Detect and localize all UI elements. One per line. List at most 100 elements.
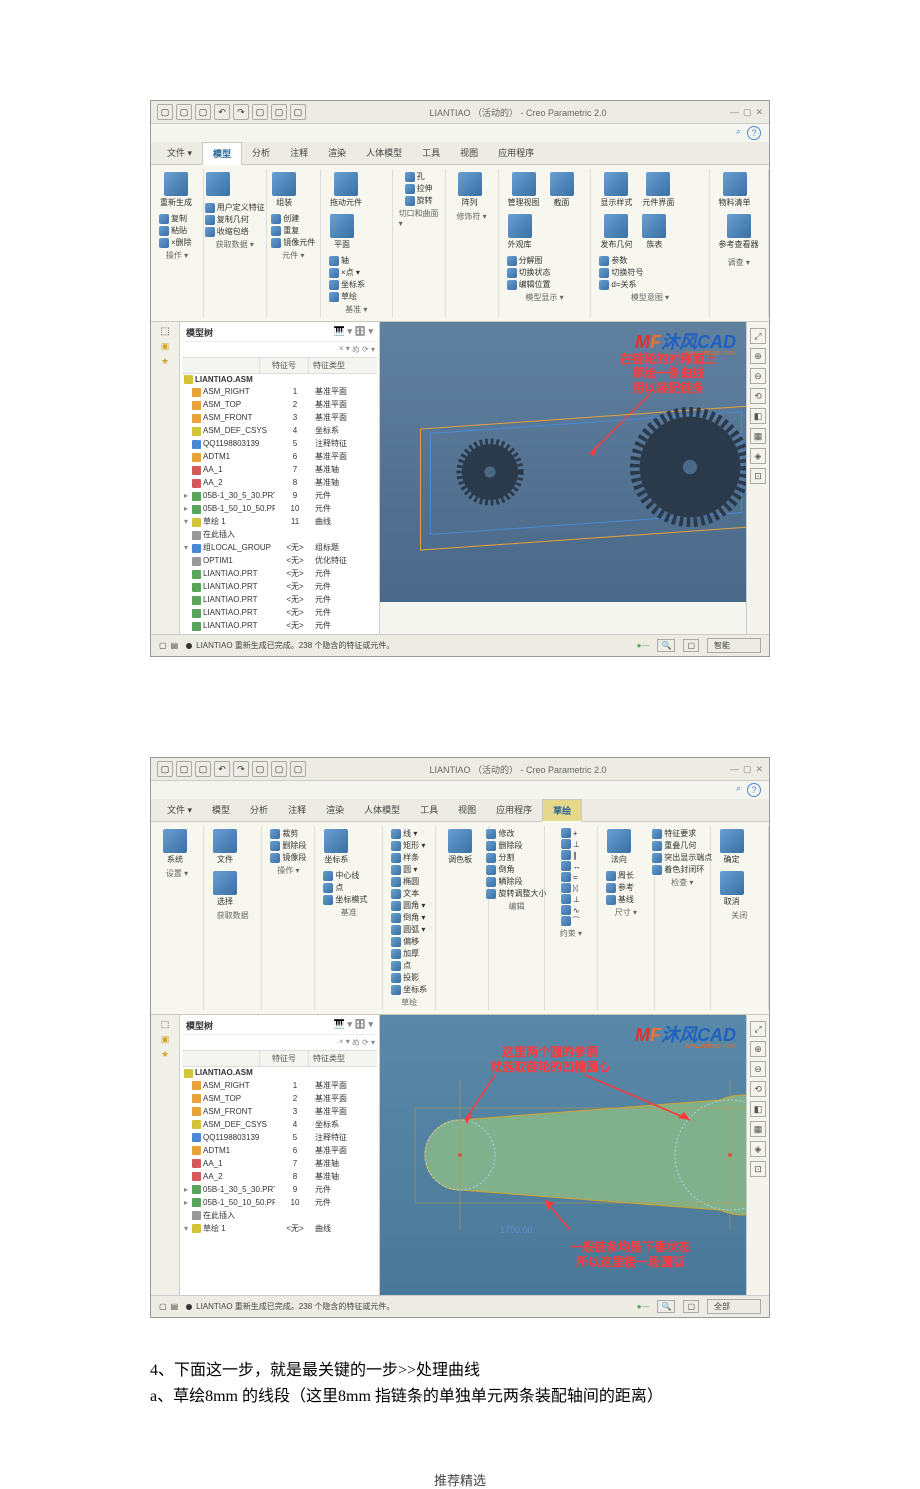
tree-settings-icon[interactable]: 🎹 ▾ 🗄 ▾	[334, 326, 373, 339]
tree-row[interactable]: 在此插入	[182, 528, 377, 541]
tree-row[interactable]: ▸05B-1_50_10_50.PRT10元件	[182, 1196, 377, 1209]
zoom-out-icon[interactable]: ⊖	[750, 368, 766, 384]
tree-root[interactable]: LIANTIAO.ASM	[182, 1067, 377, 1078]
tree-row[interactable]: ASM_RIGHT1基准平面	[182, 385, 377, 398]
refit-icon[interactable]: ⤢	[750, 1021, 766, 1037]
tab-manikin[interactable]: 人体模型	[356, 142, 412, 164]
ribbon-button[interactable]: 坐标系	[321, 828, 351, 866]
tree-row[interactable]: ASM_DEF_CSYS4坐标系	[182, 424, 377, 437]
minimize-icon[interactable]: —	[730, 107, 739, 118]
ribbon-button-small[interactable]: 重叠几何	[650, 840, 714, 851]
ribbon-button[interactable]: 阵列	[455, 171, 485, 209]
viewport-3d[interactable]: MF沐风CAD www.mfcad.com 在链轮的对称面上 草绘一条曲线 用以…	[380, 322, 746, 602]
ribbon-button-small[interactable]: ∿	[559, 905, 583, 915]
ribbon-button[interactable]: 调色板	[445, 828, 475, 866]
ribbon-button-small[interactable]: 投影	[389, 972, 429, 983]
tree-root[interactable]: LIANTIAO.ASM	[182, 374, 377, 385]
tree-row[interactable]: AA_28基准轴	[182, 1170, 377, 1183]
datum-icon[interactable]: ⊡	[750, 468, 766, 484]
ribbon-button[interactable]: 族表	[639, 213, 669, 251]
ribbon-button-small[interactable]: ∥	[559, 850, 583, 860]
status-select-icon[interactable]: ▢	[683, 1300, 699, 1313]
ribbon-button-small[interactable]: 特征要求	[650, 828, 714, 839]
help-icon[interactable]: ?	[747, 126, 761, 140]
ribbon-button[interactable]: 截面	[547, 171, 577, 209]
tab-apps[interactable]: 应用程序	[486, 799, 542, 821]
status-browser-icon[interactable]: ▤	[171, 641, 179, 650]
display-style-icon[interactable]: ◧	[750, 408, 766, 424]
ribbon-button[interactable]: 拖动元件	[327, 171, 365, 209]
tree-row[interactable]: ADTM16基准平面	[182, 450, 377, 463]
folder-icon[interactable]: ▣	[161, 341, 170, 352]
orient-icon[interactable]: ◈	[750, 1141, 766, 1157]
tree-row[interactable]: QQ11988031395注释特征	[182, 437, 377, 450]
ribbon-button-small[interactable]: 孔	[403, 171, 435, 182]
ribbon-button[interactable]: 文件	[210, 828, 240, 866]
tree-row[interactable]: QQ11988031395注释特征	[182, 1131, 377, 1144]
tree-row[interactable]: LIANTIAO.PRT<无>元件	[182, 619, 377, 632]
datum-icon[interactable]: ⊡	[750, 1161, 766, 1177]
ribbon-button-small[interactable]: ×点 ▾	[327, 267, 367, 278]
tree-row[interactable]: LIANTIAO.PRT<无>元件	[182, 580, 377, 593]
ribbon-button-small[interactable]: d=关系	[597, 279, 645, 290]
star-icon[interactable]: ★	[161, 1049, 169, 1060]
maximize-icon[interactable]: ▢	[743, 764, 752, 775]
ribbon-button-small[interactable]: ×删除	[157, 237, 194, 248]
ribbon-button-small[interactable]: 重复	[269, 225, 317, 236]
ribbon-button[interactable]: 组装	[269, 171, 299, 209]
close-icon[interactable]: ✕	[755, 107, 763, 118]
ribbon-button[interactable]: 系统	[160, 828, 190, 866]
qat-open-icon[interactable]: ▢	[176, 104, 192, 120]
close-icon[interactable]: ✕	[755, 764, 763, 775]
tree-icon[interactable]: ⬚	[160, 326, 169, 337]
tree-row[interactable]: ADTM16基准平面	[182, 1144, 377, 1157]
ribbon-button-small[interactable]: 圆弧 ▾	[389, 924, 429, 935]
ribbon-button-small[interactable]: 线 ▾	[389, 828, 429, 839]
refit-icon[interactable]: ⤢	[750, 328, 766, 344]
qat-undo-icon[interactable]: ↶	[214, 761, 230, 777]
qat-close-icon[interactable]: ▢	[290, 761, 306, 777]
ribbon-button-small[interactable]: ⊥	[559, 839, 583, 849]
tree-row[interactable]: AA_28基准轴	[182, 476, 377, 489]
ribbon-button[interactable]: 外观库	[505, 213, 535, 251]
ribbon-button-small[interactable]: 突出显示端点	[650, 852, 714, 863]
tab-manikin[interactable]: 人体模型	[354, 799, 410, 821]
tab-render[interactable]: 渲染	[318, 142, 356, 164]
ribbon-button-small[interactable]: 基线	[604, 894, 636, 905]
ribbon-button[interactable]: 元件界面	[639, 171, 677, 209]
tab-file[interactable]: 文件 ▾	[157, 799, 202, 821]
tree-icon[interactable]: ⬚	[161, 1019, 170, 1030]
status-select-icon[interactable]: ▢	[683, 639, 699, 652]
tab-render[interactable]: 渲染	[316, 799, 354, 821]
ribbon-button[interactable]: 参考查看器	[716, 213, 762, 251]
ribbon-button-small[interactable]: 参数	[597, 255, 645, 266]
qat-open-icon[interactable]: ▢	[176, 761, 192, 777]
repaint-icon[interactable]: ⟲	[750, 1081, 766, 1097]
ribbon-button-small[interactable]: 删除段	[268, 840, 308, 851]
ribbon-button-small[interactable]: 分解图	[505, 255, 553, 266]
qat-save-icon[interactable]: ▢	[195, 104, 211, 120]
ribbon-button[interactable]: 平面	[327, 213, 357, 251]
ribbon-button-small[interactable]: +	[559, 828, 583, 838]
ribbon-button-small[interactable]: 偏移	[389, 936, 429, 947]
ribbon-button-small[interactable]: 裁剪	[268, 828, 308, 839]
ribbon-button-small[interactable]: 坐标系	[389, 984, 429, 995]
tab-analysis[interactable]: 分析	[242, 142, 280, 164]
tab-sketch[interactable]: 草绘	[542, 799, 582, 822]
qat-windows-icon[interactable]: ▢	[271, 104, 287, 120]
maximize-icon[interactable]: ▢	[743, 107, 752, 118]
filter-icon[interactable]: め ⟳ ▾	[352, 344, 375, 355]
ribbon-button-small[interactable]: 点	[321, 882, 369, 893]
ribbon-button-small[interactable]: ᛞ	[559, 883, 583, 893]
tree-row[interactable]: ASM_DEF_CSYS4坐标系	[182, 1118, 377, 1131]
ribbon-button-small[interactable]: 椭圆	[389, 876, 429, 887]
filter-icon[interactable]: め ⟳ ▾	[352, 1037, 375, 1048]
ribbon-button-small[interactable]: 倒角	[484, 864, 548, 875]
ribbon-button-small[interactable]: 切换状态	[505, 267, 553, 278]
tree-row[interactable]: ASM_FRONT3基准平面	[182, 1105, 377, 1118]
ribbon-button-small[interactable]: ↔	[559, 861, 583, 871]
ribbon-button-small[interactable]: 复制	[157, 213, 194, 224]
status-find-icon[interactable]: 🔍	[657, 639, 675, 652]
tab-model[interactable]: 模型	[202, 142, 242, 165]
ribbon-button-small[interactable]: 旋转	[403, 195, 435, 206]
